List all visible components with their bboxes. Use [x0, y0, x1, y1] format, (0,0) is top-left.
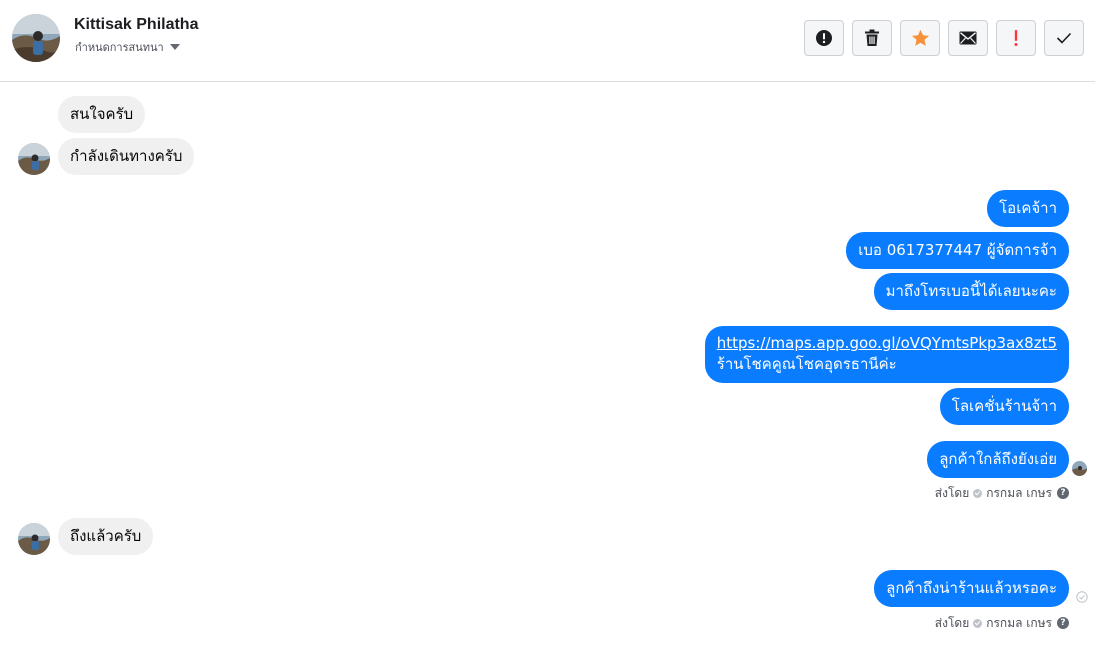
spam-button[interactable] [804, 20, 844, 56]
help-icon[interactable]: ? [1057, 617, 1069, 629]
envelope-icon [959, 31, 977, 45]
message-bubble-outgoing[interactable]: https://maps.app.goo.gl/oVQYmtsPkp3ax8zt… [704, 326, 1069, 383]
message-bubble-outgoing[interactable]: เบอ 0617377447 ผู้จัดการจ้า [846, 232, 1069, 269]
verified-icon [973, 488, 983, 498]
sent-by-label: ส่งโดย กรกมล เกษร ? [935, 615, 1069, 631]
message-bubble-outgoing[interactable]: โอเคจ้าา [987, 190, 1069, 227]
message-bubble-outgoing[interactable]: ลูกค้าถึงน่าร้านแล้วหรอคะ [874, 570, 1069, 607]
contact-avatar-small [18, 523, 50, 555]
mark-unread-button[interactable] [948, 20, 988, 56]
message-text: ร้านโชคคูณโชคอุดรธานีค่ะ [716, 355, 897, 373]
checkmark-icon [1056, 32, 1072, 44]
sent-by-prefix: ส่งโดย [934, 615, 970, 630]
assign-conversation-dropdown[interactable]: กำหนดการสนทนา [75, 40, 180, 54]
verified-icon [973, 618, 983, 628]
priority-button[interactable] [996, 20, 1036, 56]
map-link[interactable]: https://maps.app.goo.gl/oVQYmtsPkp3ax8zt… [717, 333, 1057, 354]
sent-check-icon [1076, 591, 1088, 603]
delete-button[interactable] [852, 20, 892, 56]
contact-avatar-small [18, 143, 50, 175]
conversation-header: Kittisak Philatha กำหนดการสนทนา [0, 0, 1095, 82]
conversation-toolbar [796, 20, 1084, 56]
message-bubble-incoming[interactable]: ถึงแล้วครับ [58, 518, 154, 555]
sent-by-name: กรกมล เกษร [986, 615, 1052, 630]
exclamation-icon [1014, 30, 1018, 46]
message-bubble-outgoing[interactable]: ลูกค้าใกล้ถึงยังเอ่ย [927, 441, 1069, 478]
contact-avatar[interactable] [12, 14, 60, 62]
help-icon[interactable]: ? [1057, 487, 1069, 499]
sent-by-prefix: ส่งโดย [934, 485, 970, 500]
message-bubble-incoming[interactable]: กำลังเดินทางครับ [58, 138, 195, 175]
message-bubble-outgoing[interactable]: มาถึงโทรเบอนี้ได้เลยนะคะ [873, 273, 1069, 310]
message-bubble-incoming[interactable]: สนใจครับ [58, 96, 146, 133]
sent-by-label: ส่งโดย กรกมล เกษร ? [935, 485, 1069, 501]
mark-done-button[interactable] [1044, 20, 1084, 56]
assign-conversation-label: กำหนดการสนทนา [75, 41, 164, 54]
caret-down-icon [169, 44, 180, 50]
contact-name: Kittisak Philatha [74, 16, 199, 33]
alert-circle-icon [816, 30, 832, 46]
follow-up-button[interactable] [900, 20, 940, 56]
star-icon [911, 29, 929, 46]
trash-icon [865, 29, 879, 46]
sent-by-name: กรกมล เกษร [986, 485, 1052, 500]
seen-indicator-avatar [1072, 461, 1087, 476]
message-bubble-outgoing[interactable]: โลเคชั่นร้านจ้าา [939, 388, 1069, 425]
